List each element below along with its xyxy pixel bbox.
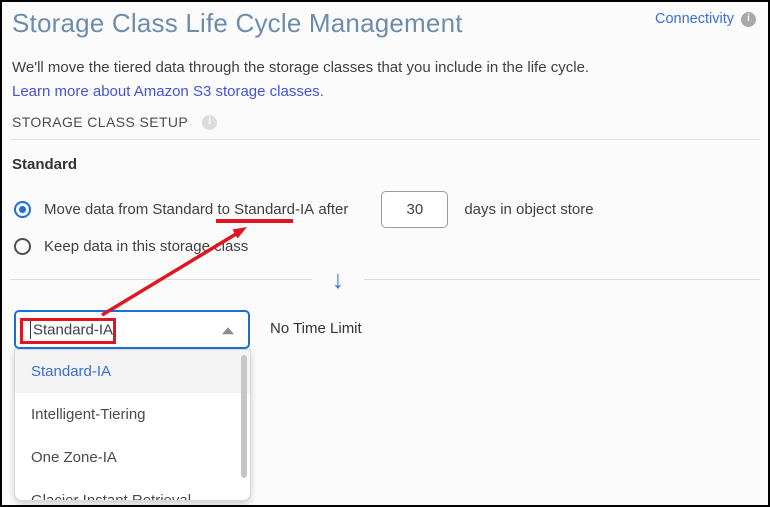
learn-more-link[interactable]: Learn more about Amazon S3 storage class… — [12, 83, 324, 100]
intro-description: We'll move the tiered data through the s… — [12, 59, 589, 76]
dropdown-scrollbar[interactable] — [241, 355, 247, 478]
keep-label: Keep data in this storage class — [44, 238, 248, 255]
divider-line — [364, 279, 760, 280]
option-keep-data: Keep data in this storage class — [14, 235, 248, 257]
page-title: Storage Class Life Cycle Management — [12, 8, 463, 39]
dropdown-option-standard-ia[interactable]: Standard-IA — [15, 350, 250, 393]
storage-class-dropdown-list: Standard-IA Intelligent-Tiering One Zone… — [14, 349, 251, 501]
radio-keep-data[interactable] — [14, 238, 31, 255]
text-cursor — [30, 320, 31, 339]
down-arrow-icon: ↓ — [312, 268, 364, 293]
no-time-limit-label: No Time Limit — [270, 320, 362, 337]
tier-name-standard: Standard — [12, 156, 77, 173]
days-input[interactable] — [381, 191, 448, 228]
move-label-suffix: days in object store — [464, 201, 593, 218]
storage-class-setup-heading: STORAGE CLASS SETUP i — [12, 114, 217, 130]
storage-class-lifecycle-panel: Storage Class Life Cycle Management Conn… — [0, 0, 770, 507]
move-label-prefix: Move data from Standard to — [44, 201, 234, 218]
flow-divider: ↓ — [10, 262, 760, 296]
divider-line — [10, 279, 312, 280]
connectivity-label[interactable]: Connectivity — [655, 11, 734, 27]
connectivity-link[interactable]: Connectivity i — [655, 11, 756, 27]
info-icon[interactable]: i — [741, 12, 756, 27]
radio-move-data[interactable] — [14, 201, 31, 218]
storage-class-select[interactable]: Standard-IA — [14, 310, 250, 349]
info-icon[interactable]: i — [202, 115, 217, 130]
dropdown-option-intelligent-tiering[interactable]: Intelligent-Tiering — [15, 393, 250, 436]
move-label-after: after — [314, 201, 348, 218]
option-move-data: Move data from Standard to Standard-IA a… — [14, 190, 594, 228]
setup-heading-label: STORAGE CLASS SETUP — [12, 114, 188, 130]
chevron-up-icon[interactable] — [222, 327, 234, 334]
select-value: Standard-IA — [33, 321, 113, 338]
move-label-target-class: Standard-IA — [234, 201, 314, 218]
dropdown-option-one-zone-ia[interactable]: One Zone-IA — [15, 436, 250, 479]
section-divider — [10, 139, 760, 140]
dropdown-option-glacier-instant-retrieval[interactable]: Glacier Instant Retrieval — [15, 479, 250, 501]
